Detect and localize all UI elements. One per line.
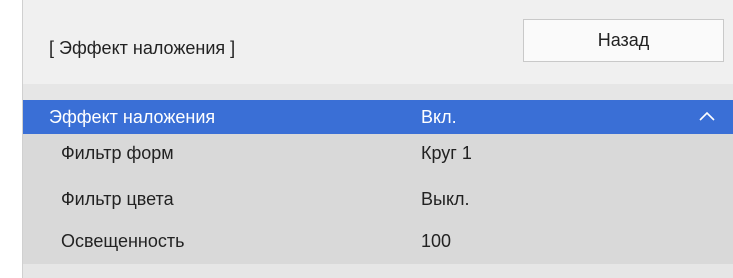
overlay-effect-panel: [ Эффект наложения ] Назад Эффект наложе… xyxy=(22,0,733,278)
list-item-label: Фильтр цвета xyxy=(61,189,174,209)
chevron-up-icon[interactable] xyxy=(698,109,716,123)
header-divider xyxy=(23,84,733,100)
list-item-value: Выкл. xyxy=(421,189,470,209)
list-item-brightness[interactable]: Освещенность 100 xyxy=(23,224,733,258)
settings-list: Эффект наложения Вкл. Фильтр форм Круг 1… xyxy=(23,100,733,264)
list-item-label: Освещенность xyxy=(61,231,185,251)
back-button[interactable]: Назад xyxy=(523,19,724,62)
list-item-label: Эффект наложения xyxy=(49,107,216,127)
panel-title: [ Эффект наложения ] xyxy=(49,38,236,58)
list-item-value: 100 xyxy=(421,231,452,251)
list-item-overlay-effect[interactable]: Эффект наложения Вкл. xyxy=(23,100,733,134)
list-item-shape-filter[interactable]: Фильтр форм Круг 1 xyxy=(23,136,733,170)
list-item-value: Вкл. xyxy=(421,107,457,127)
panel-footer xyxy=(23,264,733,278)
list-item-value: Круг 1 xyxy=(421,143,472,163)
list-item-label: Фильтр форм xyxy=(61,143,174,163)
list-item-color-filter[interactable]: Фильтр цвета Выкл. xyxy=(23,182,733,216)
panel-header: [ Эффект наложения ] Назад xyxy=(23,0,733,84)
